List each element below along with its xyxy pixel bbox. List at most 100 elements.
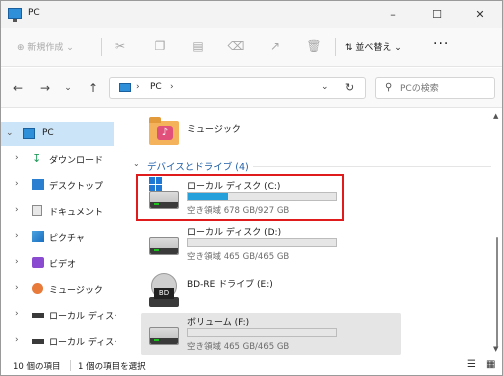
drive-name: ボリューム (F:) bbox=[187, 318, 250, 328]
download-icon: ↧ bbox=[32, 152, 42, 165]
new-label: 新規作成 bbox=[27, 43, 64, 53]
copy-icon[interactable]: ❐ bbox=[151, 37, 169, 55]
sidebar-item-label: ローカル ディスク ( bbox=[49, 338, 116, 348]
more-options-button[interactable]: ··· bbox=[433, 36, 449, 52]
pc-icon bbox=[8, 8, 22, 22]
chevron-down-icon: ⌄ bbox=[63, 43, 74, 53]
chevron-down-icon[interactable]: ⌄ bbox=[6, 128, 14, 138]
chevron-right-icon[interactable]: › bbox=[15, 205, 19, 215]
tiles-view-icon[interactable]: ▦ bbox=[486, 359, 495, 370]
picture-icon bbox=[32, 231, 44, 242]
search-input[interactable] bbox=[400, 81, 490, 96]
details-view-icon[interactable]: ☰ bbox=[467, 359, 476, 370]
sort-label: 並べ替え bbox=[355, 43, 392, 53]
recent-locations-icon[interactable]: ⌄ bbox=[59, 79, 77, 97]
search-box[interactable]: ⚲ bbox=[375, 77, 495, 99]
drive-free-space: 空き領域 465 GB/465 GB bbox=[187, 342, 290, 352]
drive-free-space: 空き領域 465 GB/465 GB bbox=[187, 252, 290, 262]
chevron-right-icon[interactable]: › bbox=[15, 257, 19, 267]
sidebar-item-label: ピクチャ bbox=[49, 234, 85, 244]
delete-icon[interactable]: 🗑 bbox=[305, 37, 323, 55]
drive-e[interactable]: BD BD-RE ドライブ (E:) bbox=[141, 269, 401, 313]
drive-icon bbox=[32, 313, 44, 318]
sidebar-item-label: ミュージック bbox=[49, 286, 103, 296]
address-bar[interactable]: › PC › ⌄ ↻ bbox=[109, 77, 366, 99]
chevron-right-icon[interactable]: › bbox=[15, 231, 19, 241]
address-row: ← → ⌄ ↑ › PC › ⌄ ↻ ⚲ bbox=[1, 68, 502, 108]
drive-f[interactable]: ボリューム (F:) 空き領域 465 GB/465 GB bbox=[141, 313, 401, 355]
up-icon[interactable]: ↑ bbox=[84, 79, 102, 97]
selection-count: 1 個の項目を選択 bbox=[78, 362, 146, 372]
cut-icon[interactable]: ✂ bbox=[111, 37, 129, 55]
scroll-thumb[interactable] bbox=[496, 237, 498, 347]
pc-icon bbox=[119, 83, 131, 92]
pc-icon bbox=[23, 128, 35, 139]
drive-usage-bar bbox=[187, 328, 337, 337]
navigation-pane: ⌄ PC › ↧ ダウンロード › デスクトップ › ドキュメント › ピクチャ… bbox=[1, 109, 116, 355]
divider bbox=[101, 38, 102, 56]
chevron-right-icon[interactable]: › bbox=[15, 309, 19, 319]
sidebar-item-drive-d[interactable]: › ローカル ディスク ( bbox=[1, 329, 116, 353]
bd-label: BD bbox=[154, 288, 174, 299]
sidebar-item-downloads[interactable]: › ↧ ダウンロード bbox=[1, 147, 114, 171]
drive-icon bbox=[149, 327, 179, 345]
sidebar-item-documents[interactable]: › ドキュメント bbox=[1, 199, 114, 223]
sidebar-item-label: PC bbox=[42, 128, 54, 138]
scroll-up-icon[interactable]: ▲ bbox=[493, 112, 498, 120]
close-button[interactable]: ✕ bbox=[458, 1, 502, 28]
folder-music[interactable]: ♪ ミュージック bbox=[143, 117, 343, 147]
sidebar-item-label: ダウンロード bbox=[49, 156, 104, 166]
new-button[interactable]: ⊕ 新規作成 ⌄ bbox=[17, 40, 74, 53]
status-bar: 10 個の項目 1 個の項目を選択 ☰ ▦ bbox=[1, 356, 502, 375]
chevron-right-icon[interactable]: › bbox=[15, 179, 19, 189]
scroll-down-icon[interactable]: ▼ bbox=[493, 345, 498, 353]
search-icon: ⚲ bbox=[385, 82, 393, 93]
rename-icon[interactable]: ⌫ bbox=[227, 37, 245, 55]
plus-icon: ⊕ bbox=[17, 43, 28, 53]
sidebar-item-label: ローカル ディスク ( bbox=[49, 312, 116, 322]
divider bbox=[335, 38, 336, 56]
window-title: PC bbox=[28, 8, 40, 18]
sidebar-item-pc[interactable]: ⌄ PC bbox=[1, 122, 114, 146]
music-icon bbox=[32, 283, 43, 294]
minimize-button[interactable]: – bbox=[371, 1, 415, 28]
chevron-down-icon[interactable]: ⌄ bbox=[133, 159, 140, 168]
drive-icon bbox=[149, 237, 179, 255]
chevron-down-icon: ⌄ bbox=[391, 43, 402, 53]
sidebar-item-pictures[interactable]: › ピクチャ bbox=[1, 225, 114, 249]
sort-button[interactable]: ⇅ 並べ替え ⌄ bbox=[345, 40, 402, 53]
sidebar-item-desktop[interactable]: › デスクトップ bbox=[1, 173, 114, 197]
paste-icon[interactable]: ▤ bbox=[189, 37, 207, 55]
maximize-button[interactable]: ☐ bbox=[415, 1, 459, 28]
sidebar-item-label: ドキュメント bbox=[49, 208, 104, 218]
file-explorer-window: PC – ☐ ✕ ⊕ 新規作成 ⌄ ✂ ❐ ▤ ⌫ ↗ 🗑 ⇅ 並べ替え ⌄ ·… bbox=[0, 0, 503, 376]
chevron-right-icon[interactable]: › bbox=[136, 82, 140, 92]
breadcrumb-pc[interactable]: PC bbox=[150, 82, 162, 92]
item-count: 10 個の項目 bbox=[13, 362, 61, 372]
drive-d[interactable]: ローカル ディスク (D:) 空き領域 465 GB/465 GB bbox=[141, 223, 401, 267]
sidebar-item-label: ビデオ bbox=[49, 260, 77, 270]
sidebar-item-drive-c[interactable]: › ローカル ディスク ( bbox=[1, 303, 116, 327]
chevron-right-icon[interactable]: › bbox=[170, 82, 174, 92]
chevron-down-icon[interactable]: ⌄ bbox=[321, 82, 329, 92]
sidebar-item-videos[interactable]: › ビデオ bbox=[1, 251, 114, 275]
content-pane: ♪ ミュージック ⌄ デバイスとドライブ (4) ローカル ディスク (C:) … bbox=[121, 109, 493, 355]
section-title: デバイスとドライブ (4) bbox=[147, 162, 249, 173]
folder-label: ミュージック bbox=[187, 125, 241, 135]
chevron-right-icon[interactable]: › bbox=[15, 153, 19, 163]
drive-icon bbox=[32, 339, 44, 344]
vertical-scrollbar[interactable]: ▲ ▼ bbox=[493, 109, 501, 355]
share-icon[interactable]: ↗ bbox=[266, 37, 284, 55]
document-icon bbox=[32, 205, 42, 216]
sidebar-item-music[interactable]: › ミュージック bbox=[1, 277, 114, 301]
desktop-icon bbox=[32, 179, 44, 190]
chevron-right-icon[interactable]: › bbox=[15, 283, 19, 293]
music-folder-icon: ♪ bbox=[149, 117, 179, 145]
divider bbox=[70, 360, 71, 371]
forward-icon[interactable]: → bbox=[36, 79, 54, 97]
drive-usage-bar bbox=[187, 238, 337, 247]
bluray-drive-icon: BD bbox=[149, 273, 179, 309]
refresh-icon[interactable]: ↻ bbox=[345, 81, 354, 94]
chevron-right-icon[interactable]: › bbox=[15, 335, 19, 345]
back-icon[interactable]: ← bbox=[9, 79, 27, 97]
